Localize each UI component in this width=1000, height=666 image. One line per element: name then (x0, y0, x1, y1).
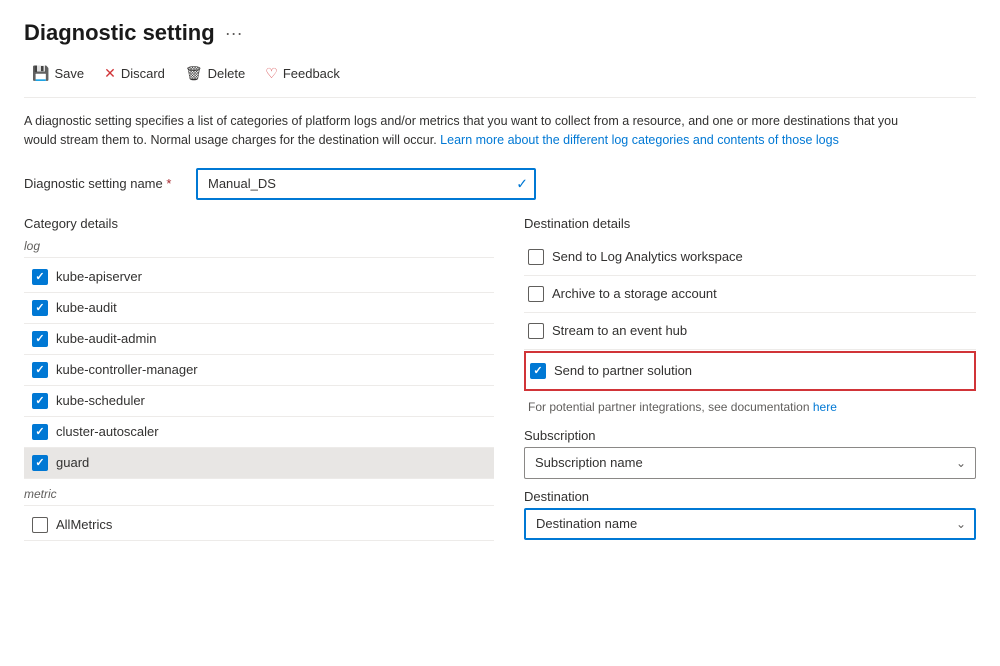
log-section: log kube-apiserver kube-audit kube-audit-a… (24, 239, 494, 541)
label-kube-apiserver: kube-apiserver (56, 269, 142, 284)
subscription-label: Subscription (524, 428, 976, 443)
destination-details-title: Destination details (524, 216, 976, 231)
category-details-title: Category details (24, 216, 494, 231)
partner-solution-row[interactable]: Send to partner solution (524, 351, 976, 391)
label-log-analytics: Send to Log Analytics workspace (552, 249, 743, 264)
page-header: Diagnostic setting ··· (24, 20, 976, 46)
description-link[interactable]: Learn more about the different log categ… (440, 133, 839, 147)
metric-items-list: AllMetrics (24, 510, 494, 541)
log-item-kube-audit-admin[interactable]: kube-audit-admin (24, 324, 494, 355)
checkbox-kube-controller-manager[interactable] (32, 362, 48, 378)
delete-button[interactable]: 🗑 Delete (177, 60, 253, 87)
destination-group: Destination Destination name ⌄ (524, 489, 976, 540)
more-options-icon[interactable]: ··· (225, 23, 243, 44)
destination-label: Destination (524, 489, 976, 504)
setting-name-row: Diagnostic setting name * ✓ (24, 168, 976, 200)
description-text: A diagnostic setting specifies a list of… (24, 112, 924, 150)
log-items-list: kube-apiserver kube-audit kube-audit-admin… (24, 262, 494, 479)
checkbox-log-analytics[interactable] (528, 249, 544, 265)
checkbox-event-hub[interactable] (528, 323, 544, 339)
checkbox-kube-apiserver[interactable] (32, 269, 48, 285)
label-guard: guard (56, 455, 89, 470)
destination-dropdown[interactable]: Destination name (524, 508, 976, 540)
metric-item-allmetrics[interactable]: AllMetrics (24, 510, 494, 541)
category-details-section: Category details log kube-apiserverkube-… (24, 216, 514, 547)
required-indicator: * (166, 176, 171, 191)
discard-icon: ✕ (104, 65, 116, 82)
label-kube-controller-manager: kube-controller-manager (56, 362, 198, 377)
checkbox-guard[interactable] (32, 455, 48, 471)
partner-solution-checkbox[interactable] (530, 363, 546, 379)
partner-info: For potential partner integrations, see … (524, 392, 976, 418)
partner-solution-label: Send to partner solution (554, 363, 692, 378)
destination-details-section: Destination details Send to Log Analytic… (514, 216, 976, 540)
subscription-group: Subscription Subscription name ⌄ (524, 428, 976, 479)
checkbox-cluster-autoscaler[interactable] (32, 424, 48, 440)
log-item-kube-controller-manager[interactable]: kube-controller-manager (24, 355, 494, 386)
checkbox-allmetrics[interactable] (32, 517, 48, 533)
partner-doc-link[interactable]: here (813, 400, 837, 414)
delete-icon: 🗑 (185, 65, 203, 82)
checkbox-storage-account[interactable] (528, 286, 544, 302)
destination-dropdown-wrapper: Destination name ⌄ (524, 508, 976, 540)
feedback-label: Feedback (283, 66, 340, 81)
dest-item-log-analytics[interactable]: Send to Log Analytics workspace (524, 239, 976, 276)
discard-label: Discard (121, 66, 165, 81)
toolbar: 💾 Save ✕ Discard 🗑 Delete ♡ Feedback (24, 60, 976, 98)
label-storage-account: Archive to a storage account (552, 286, 717, 301)
log-item-guard[interactable]: guard (24, 448, 494, 479)
label-event-hub: Stream to an event hub (552, 323, 687, 338)
delete-label: Delete (208, 66, 246, 81)
label-allmetrics: AllMetrics (56, 517, 112, 532)
setting-name-input[interactable] (196, 168, 536, 200)
setting-name-label: Diagnostic setting name * (24, 176, 184, 191)
label-cluster-autoscaler: cluster-autoscaler (56, 424, 159, 439)
destination-items-list: Send to Log Analytics workspace Archive t… (524, 239, 976, 350)
log-item-kube-audit[interactable]: kube-audit (24, 293, 494, 324)
save-label: Save (54, 66, 84, 81)
log-section-label: log (24, 239, 494, 258)
dest-item-event-hub[interactable]: Stream to an event hub (524, 313, 976, 350)
checkbox-kube-audit-admin[interactable] (32, 331, 48, 347)
log-item-kube-scheduler[interactable]: kube-scheduler (24, 386, 494, 417)
subscription-dropdown[interactable]: Subscription name (524, 447, 976, 479)
main-content: Category details log kube-apiserverkube-… (24, 216, 976, 547)
checkbox-kube-audit[interactable] (32, 300, 48, 316)
feedback-button[interactable]: ♡ Feedback (257, 60, 348, 87)
save-button[interactable]: 💾 Save (24, 60, 92, 87)
setting-name-input-wrapper: ✓ (196, 168, 536, 200)
page-title: Diagnostic setting (24, 20, 215, 46)
log-item-kube-apiserver[interactable]: kube-apiserver (24, 262, 494, 293)
input-check-icon: ✓ (516, 175, 528, 192)
feedback-icon: ♡ (265, 65, 278, 82)
save-icon: 💾 (32, 65, 49, 82)
discard-button[interactable]: ✕ Discard (96, 60, 173, 87)
label-kube-audit-admin: kube-audit-admin (56, 331, 156, 346)
label-kube-scheduler: kube-scheduler (56, 393, 145, 408)
dest-item-storage-account[interactable]: Archive to a storage account (524, 276, 976, 313)
log-item-cluster-autoscaler[interactable]: cluster-autoscaler (24, 417, 494, 448)
label-kube-audit: kube-audit (56, 300, 117, 315)
subscription-dropdown-wrapper: Subscription name ⌄ (524, 447, 976, 479)
metric-section-label: metric (24, 487, 494, 506)
checkbox-kube-scheduler[interactable] (32, 393, 48, 409)
